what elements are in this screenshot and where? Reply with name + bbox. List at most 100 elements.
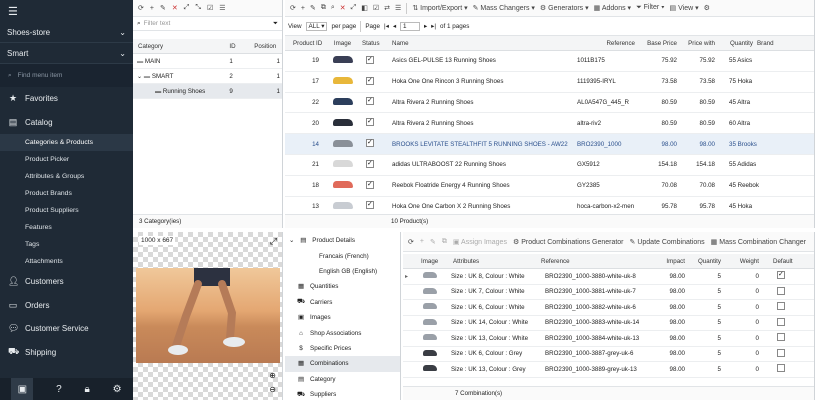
sidebar-subitem[interactable]: Attachments — [0, 253, 133, 270]
preview-icon[interactable]: ◧ — [361, 4, 368, 12]
default-checkbox[interactable] — [777, 333, 785, 342]
page-size-select[interactable]: ALL ▾ — [305, 21, 328, 31]
category-row[interactable]: ▬ Running Shoes 9 1 — [133, 84, 282, 99]
table-row[interactable]: 22 Altra Rivera 2 Running Shoes AL0A547G_4… — [285, 93, 814, 114]
import-export-button[interactable]: ⇅ Import/Export ▾ — [412, 4, 467, 12]
header-attributes[interactable]: Attributes — [441, 258, 533, 265]
next-page-icon[interactable]: ▸ — [424, 23, 427, 30]
checkbox-icon[interactable]: ☑ — [373, 4, 379, 12]
table-row[interactable]: 18 Reebok Floatride Energy 4 Running Shoe… — [285, 176, 814, 197]
sidebar-subitem[interactable]: Product Suppliers — [0, 202, 133, 219]
view-button[interactable]: ▤ View ▾ — [670, 4, 699, 12]
detail-item-combinations[interactable]: ▦ Combinations — [285, 356, 400, 372]
status-checkbox[interactable] — [366, 180, 374, 189]
table-row[interactable]: 20 Altra Rivera 2 Running Shoes altra-riv2… — [285, 113, 814, 135]
add-icon[interactable]: + — [150, 5, 154, 12]
edit-icon[interactable]: ✎ — [430, 238, 436, 246]
default-checkbox[interactable] — [777, 286, 785, 295]
header-brand[interactable]: Brand — [755, 40, 805, 47]
expand-icon[interactable]: ⤢ — [184, 4, 190, 12]
default-checkbox[interactable] — [777, 348, 785, 357]
zoom-out-icon[interactable]: ⊖ — [269, 385, 276, 394]
page-number-input[interactable]: 1 — [400, 21, 420, 31]
table-row[interactable]: 19 Asics GEL-PULSE 13 Running Shoes 1011B1… — [285, 51, 814, 72]
category-row[interactable]: ⌄ ▬ SMART 2 1 — [133, 69, 282, 84]
first-page-icon[interactable]: |◂ — [384, 23, 389, 30]
checkbox-icon[interactable]: ☑ — [207, 4, 213, 12]
mass-changers-button[interactable]: ✎ Mass Changers ▾ — [473, 4, 535, 12]
header-status[interactable]: Status — [360, 40, 390, 47]
filter-button[interactable]: ⏷ Filter ▾ — [636, 4, 664, 12]
category-filter-input[interactable]: Filter text — [144, 20, 273, 27]
header-image[interactable]: Image — [403, 258, 441, 265]
sidebar-item-favorites[interactable]: ★ Favorites — [0, 87, 133, 111]
store-icon[interactable]: ▣ — [11, 378, 34, 400]
status-checkbox[interactable] — [366, 55, 374, 64]
table-row[interactable]: Size : UK 6, Colour : Grey BRO2390_1000-3… — [403, 347, 814, 362]
mode-selector[interactable]: Smart ⌄ — [0, 43, 133, 64]
move-icon[interactable]: ⇄ — [384, 4, 390, 12]
table-row[interactable]: Size : UK 13, Colour : Grey BRO2390_1000-… — [403, 362, 814, 378]
delete-icon[interactable]: ✕ — [172, 4, 178, 12]
header-quantity[interactable]: Quantity — [717, 40, 755, 47]
refresh-icon[interactable]: ⟳ — [408, 238, 414, 246]
header-reference[interactable]: Reference — [533, 258, 653, 265]
hamburger-menu-icon[interactable]: ☰ — [0, 0, 133, 22]
refresh-icon[interactable]: ⟳ — [290, 4, 296, 12]
copy-icon[interactable]: ⧉ — [321, 4, 326, 12]
detail-item-english-gb-english-[interactable]: English GB (English) — [285, 264, 400, 279]
sidebar-item-catalog[interactable]: ▤ Catalog — [0, 111, 133, 135]
status-checkbox[interactable] — [366, 139, 374, 148]
header-reference[interactable]: Reference — [575, 40, 637, 47]
status-checkbox[interactable] — [366, 201, 374, 210]
sidebar-subitem[interactable]: Categories & Products — [0, 134, 133, 151]
add-icon[interactable]: + — [301, 5, 305, 12]
header-price-with[interactable]: Price with — [679, 40, 717, 47]
detail-item-images[interactable]: ▣ Images — [285, 310, 400, 325]
lock-icon[interactable]: 🔒︎ — [85, 384, 90, 395]
detail-item-quantities[interactable]: ▦ Quantities — [285, 279, 400, 294]
table-row[interactable]: Size : UK 6, Colour : White BRO2390_1000-… — [403, 300, 814, 316]
combinations-generator-button[interactable]: ⚙ Product Combinations Generator — [513, 238, 624, 246]
edit-icon[interactable]: ✎ — [160, 4, 166, 12]
search-icon[interactable]: ⌕ — [331, 4, 335, 12]
sidebar-item-orders[interactable]: ▭ Orders — [0, 294, 133, 318]
collapse-arrow-icon[interactable]: ⌄ — [289, 237, 294, 244]
detail-item-shop-associations[interactable]: ⌂ Shop Associations — [285, 325, 400, 340]
header-product-id[interactable]: Product ID — [285, 40, 325, 47]
prev-page-icon[interactable]: ◂ — [393, 23, 396, 30]
sidebar-subitem[interactable]: Attributes & Groups — [0, 168, 133, 185]
header-name[interactable]: Name — [390, 40, 575, 47]
default-checkbox[interactable] — [777, 317, 785, 326]
table-row[interactable]: Size : UK 13, Colour : White BRO2390_1000… — [403, 331, 814, 347]
header-category[interactable]: Category — [133, 43, 227, 50]
fullscreen-icon[interactable]: ⤢ — [270, 236, 277, 247]
header-quantity[interactable]: Quantity — [687, 258, 723, 265]
header-weight[interactable]: Weight — [723, 258, 761, 265]
edit-icon[interactable]: ✎ — [310, 4, 316, 12]
settings-icon[interactable]: ⚙ — [704, 4, 710, 12]
gear-icon[interactable]: ⚙ — [113, 384, 122, 395]
update-combinations-button[interactable]: ✎ Update Combinations — [630, 238, 705, 246]
status-checkbox[interactable] — [366, 159, 374, 168]
zoom-in-icon[interactable]: ⊕ — [269, 371, 276, 380]
table-row[interactable]: 17 Hoka One One Rincon 3 Running Shoes 111… — [285, 72, 814, 93]
filter-icon[interactable]: ⏷ — [273, 20, 278, 28]
detail-item-francais-french-[interactable]: Francais (French) — [285, 248, 400, 263]
mass-combination-changer-button[interactable]: ▦ Mass Combination Changer — [711, 238, 806, 246]
default-checkbox[interactable] — [777, 302, 785, 311]
table-row[interactable]: ▸ Size : UK 8, Colour : White BRO2390_1000… — [403, 269, 814, 285]
status-checkbox[interactable] — [366, 76, 374, 85]
sidebar-subitem[interactable]: Product Picker — [0, 151, 133, 168]
help-icon[interactable]: ? — [56, 384, 62, 395]
generators-button[interactable]: ⚙ Generators ▾ — [540, 4, 589, 12]
expand-arrow-icon[interactable]: ⌄ — [137, 73, 142, 80]
header-position[interactable]: Position — [252, 43, 282, 50]
store-selector[interactable]: Shoes-store ⌄ — [0, 22, 133, 43]
collapse-icon[interactable]: ⤡ — [195, 4, 201, 12]
default-checkbox[interactable] — [777, 271, 785, 280]
header-default[interactable]: Default — [761, 258, 795, 265]
default-checkbox[interactable] — [777, 364, 785, 373]
detail-item-specific-prices[interactable]: $ Specific Prices — [285, 341, 400, 356]
sidebar-item-shipping[interactable]: ⛟ Shipping — [0, 341, 133, 365]
